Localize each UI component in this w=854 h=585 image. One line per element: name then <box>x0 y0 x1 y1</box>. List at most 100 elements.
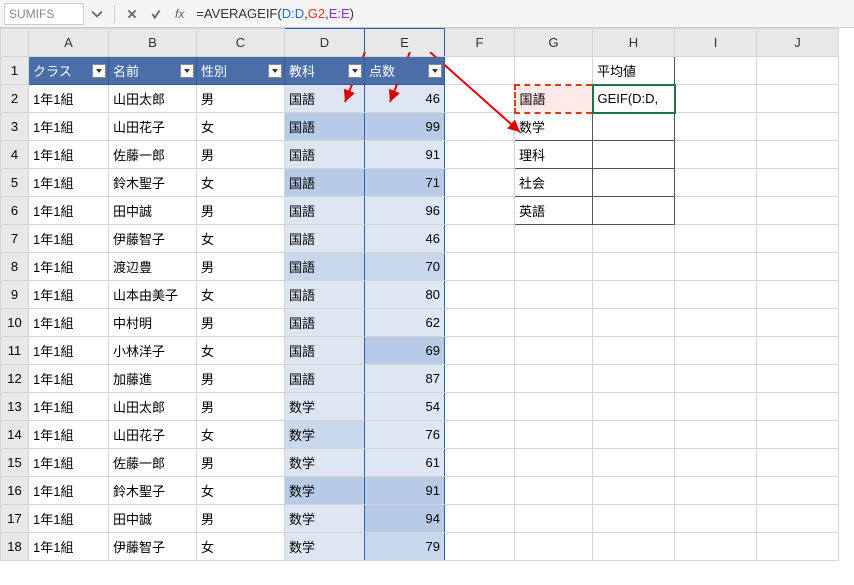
cell-B6[interactable]: 田中誠 <box>109 197 197 225</box>
cell-A3[interactable]: 1年1組 <box>29 113 109 141</box>
cell-A13[interactable]: 1年1組 <box>29 393 109 421</box>
cell-A18[interactable]: 1年1組 <box>29 533 109 561</box>
cell-F15[interactable] <box>445 449 515 477</box>
cell-H13[interactable] <box>593 393 675 421</box>
fx-label[interactable]: fx <box>175 7 184 21</box>
cell-E2[interactable]: 46 <box>365 85 445 113</box>
cell-F17[interactable] <box>445 505 515 533</box>
col-header-H[interactable]: H <box>593 29 675 57</box>
cell-G12[interactable] <box>515 365 593 393</box>
cell-J4[interactable] <box>757 141 839 169</box>
cell-G13[interactable] <box>515 393 593 421</box>
row-header-1[interactable]: 1 <box>1 57 29 85</box>
avg-cell-2[interactable]: GEIF(D:D, <box>593 85 675 113</box>
cell-J1[interactable] <box>757 57 839 85</box>
cell-C11[interactable]: 女 <box>197 337 285 365</box>
cell-I2[interactable] <box>675 85 757 113</box>
cell-D7[interactable]: 国語 <box>285 225 365 253</box>
row-header-5[interactable]: 5 <box>1 169 29 197</box>
row-header-18[interactable]: 18 <box>1 533 29 561</box>
cell-J6[interactable] <box>757 197 839 225</box>
cell-H17[interactable] <box>593 505 675 533</box>
row-header-8[interactable]: 8 <box>1 253 29 281</box>
cell-C15[interactable]: 男 <box>197 449 285 477</box>
cell-E9[interactable]: 80 <box>365 281 445 309</box>
namebox-dropdown-icon[interactable] <box>86 3 108 25</box>
cell-D5[interactable]: 国語 <box>285 169 365 197</box>
cancel-icon[interactable] <box>121 3 143 25</box>
cell-G18[interactable] <box>515 533 593 561</box>
cell-J13[interactable] <box>757 393 839 421</box>
cell-J14[interactable] <box>757 421 839 449</box>
cell-E4[interactable]: 91 <box>365 141 445 169</box>
cell-B9[interactable]: 山本由美子 <box>109 281 197 309</box>
cell-F8[interactable] <box>445 253 515 281</box>
row-header-6[interactable]: 6 <box>1 197 29 225</box>
cell-G15[interactable] <box>515 449 593 477</box>
cell-E15[interactable]: 61 <box>365 449 445 477</box>
formula-bar[interactable]: =AVERAGEIF(D:D,G2,E:E) <box>192 6 850 21</box>
cell-G17[interactable] <box>515 505 593 533</box>
cell-I10[interactable] <box>675 309 757 337</box>
cell-E6[interactable]: 96 <box>365 197 445 225</box>
cell-C9[interactable]: 女 <box>197 281 285 309</box>
row-header-17[interactable]: 17 <box>1 505 29 533</box>
cell-E11[interactable]: 69 <box>365 337 445 365</box>
cell-E14[interactable]: 76 <box>365 421 445 449</box>
cell-B12[interactable]: 加藤進 <box>109 365 197 393</box>
cell-B8[interactable]: 渡辺豊 <box>109 253 197 281</box>
select-all-corner[interactable] <box>1 29 29 57</box>
cell-G9[interactable] <box>515 281 593 309</box>
cell-A10[interactable]: 1年1組 <box>29 309 109 337</box>
cell-E5[interactable]: 71 <box>365 169 445 197</box>
cell-I16[interactable] <box>675 477 757 505</box>
filter-icon[interactable] <box>268 64 282 78</box>
cell-B3[interactable]: 山田花子 <box>109 113 197 141</box>
col-header-B[interactable]: B <box>109 29 197 57</box>
sheet-table[interactable]: ABCDEFGHIJ1クラス名前性別教科点数平均値21年1組山田太郎男国語46国… <box>0 28 839 561</box>
cell-F3[interactable] <box>445 113 515 141</box>
cell-G10[interactable] <box>515 309 593 337</box>
cell-A9[interactable]: 1年1組 <box>29 281 109 309</box>
cell-C17[interactable]: 男 <box>197 505 285 533</box>
cell-E13[interactable]: 54 <box>365 393 445 421</box>
row-header-16[interactable]: 16 <box>1 477 29 505</box>
cell-E17[interactable]: 94 <box>365 505 445 533</box>
cell-C2[interactable]: 男 <box>197 85 285 113</box>
cell-H8[interactable] <box>593 253 675 281</box>
row-header-2[interactable]: 2 <box>1 85 29 113</box>
confirm-icon[interactable] <box>145 3 167 25</box>
cell-E10[interactable]: 62 <box>365 309 445 337</box>
cell-C10[interactable]: 男 <box>197 309 285 337</box>
cell-B16[interactable]: 鈴木聖子 <box>109 477 197 505</box>
cell-D16[interactable]: 数学 <box>285 477 365 505</box>
cell-J2[interactable] <box>757 85 839 113</box>
cell-A5[interactable]: 1年1組 <box>29 169 109 197</box>
cell-H7[interactable] <box>593 225 675 253</box>
cell-J12[interactable] <box>757 365 839 393</box>
row-header-7[interactable]: 7 <box>1 225 29 253</box>
avg-cell-5[interactable] <box>593 169 675 197</box>
row-header-14[interactable]: 14 <box>1 421 29 449</box>
cell-J16[interactable] <box>757 477 839 505</box>
col-header-D[interactable]: D <box>285 29 365 57</box>
cell-C8[interactable]: 男 <box>197 253 285 281</box>
cell-C6[interactable]: 男 <box>197 197 285 225</box>
cell-H9[interactable] <box>593 281 675 309</box>
cell-I13[interactable] <box>675 393 757 421</box>
col-header-J[interactable]: J <box>757 29 839 57</box>
cell-J7[interactable] <box>757 225 839 253</box>
cell-C7[interactable]: 女 <box>197 225 285 253</box>
cell-E12[interactable]: 87 <box>365 365 445 393</box>
cell-B7[interactable]: 伊藤智子 <box>109 225 197 253</box>
cell-B14[interactable]: 山田花子 <box>109 421 197 449</box>
cell-D13[interactable]: 数学 <box>285 393 365 421</box>
avg-cell-3[interactable] <box>593 113 675 141</box>
cell-H10[interactable] <box>593 309 675 337</box>
cell-I6[interactable] <box>675 197 757 225</box>
cell-G11[interactable] <box>515 337 593 365</box>
cell-I17[interactable] <box>675 505 757 533</box>
cell-G8[interactable] <box>515 253 593 281</box>
cell-C3[interactable]: 女 <box>197 113 285 141</box>
cell-D10[interactable]: 国語 <box>285 309 365 337</box>
